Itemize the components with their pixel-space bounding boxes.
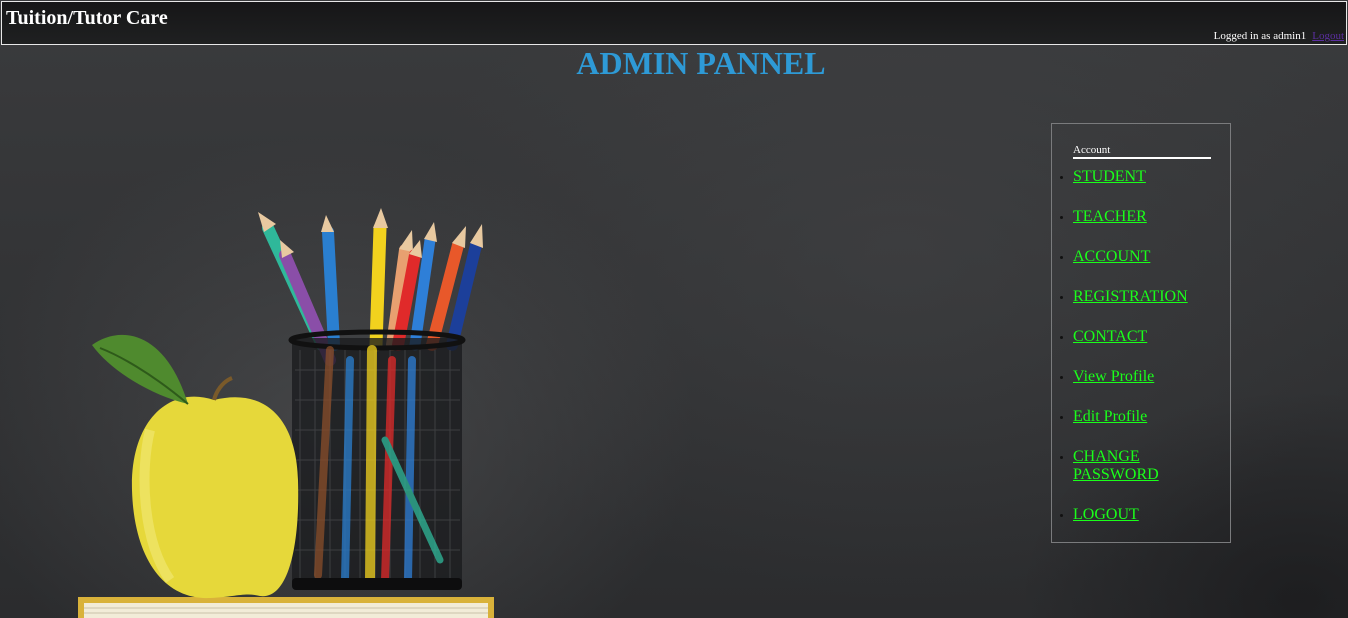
edit-profile-link[interactable]: Edit Profile <box>1073 408 1147 425</box>
page-title: ADMIN PANNEL <box>576 45 826 81</box>
student-link[interactable]: STUDENT <box>1073 168 1146 185</box>
top-header-bar: Tuition/Tutor Care Logged in as admin1 Lo… <box>1 1 1347 45</box>
sidebar-item-account: ACCOUNT <box>1060 248 1203 266</box>
sidebar-item-change-password: CHANGE PASSWORD <box>1060 448 1203 484</box>
sidebar-item-contact: CONTACT <box>1060 328 1203 346</box>
sidebar-heading: Account <box>1073 144 1211 159</box>
logout-link[interactable]: LOGOUT <box>1073 506 1139 523</box>
account-sidebar: Account STUDENT TEACHER ACCOUNT REGISTRA… <box>1051 123 1231 543</box>
sidebar-item-student: STUDENT <box>1060 168 1203 186</box>
account-link[interactable]: ACCOUNT <box>1073 248 1150 265</box>
contact-link[interactable]: CONTACT <box>1073 328 1147 345</box>
teacher-link[interactable]: TEACHER <box>1073 208 1147 225</box>
sidebar-item-logout: LOGOUT <box>1060 506 1203 524</box>
sidebar-item-edit-profile: Edit Profile <box>1060 408 1203 426</box>
change-password-link[interactable]: CHANGE PASSWORD <box>1073 448 1159 483</box>
view-profile-link[interactable]: View Profile <box>1073 368 1154 385</box>
sidebar-item-view-profile: View Profile <box>1060 368 1203 386</box>
header-logout-link[interactable]: Logout <box>1312 30 1344 42</box>
user-status: Logged in as admin1 Logout <box>1214 30 1344 42</box>
sidebar-menu: STUDENT TEACHER ACCOUNT REGISTRATION CON… <box>1060 168 1203 546</box>
registration-link[interactable]: REGISTRATION <box>1073 288 1188 305</box>
sidebar-item-registration: REGISTRATION <box>1060 288 1203 306</box>
sidebar-item-teacher: TEACHER <box>1060 208 1203 226</box>
site-title: Tuition/Tutor Care <box>6 7 168 29</box>
logged-in-text: Logged in as admin1 <box>1213 30 1307 42</box>
